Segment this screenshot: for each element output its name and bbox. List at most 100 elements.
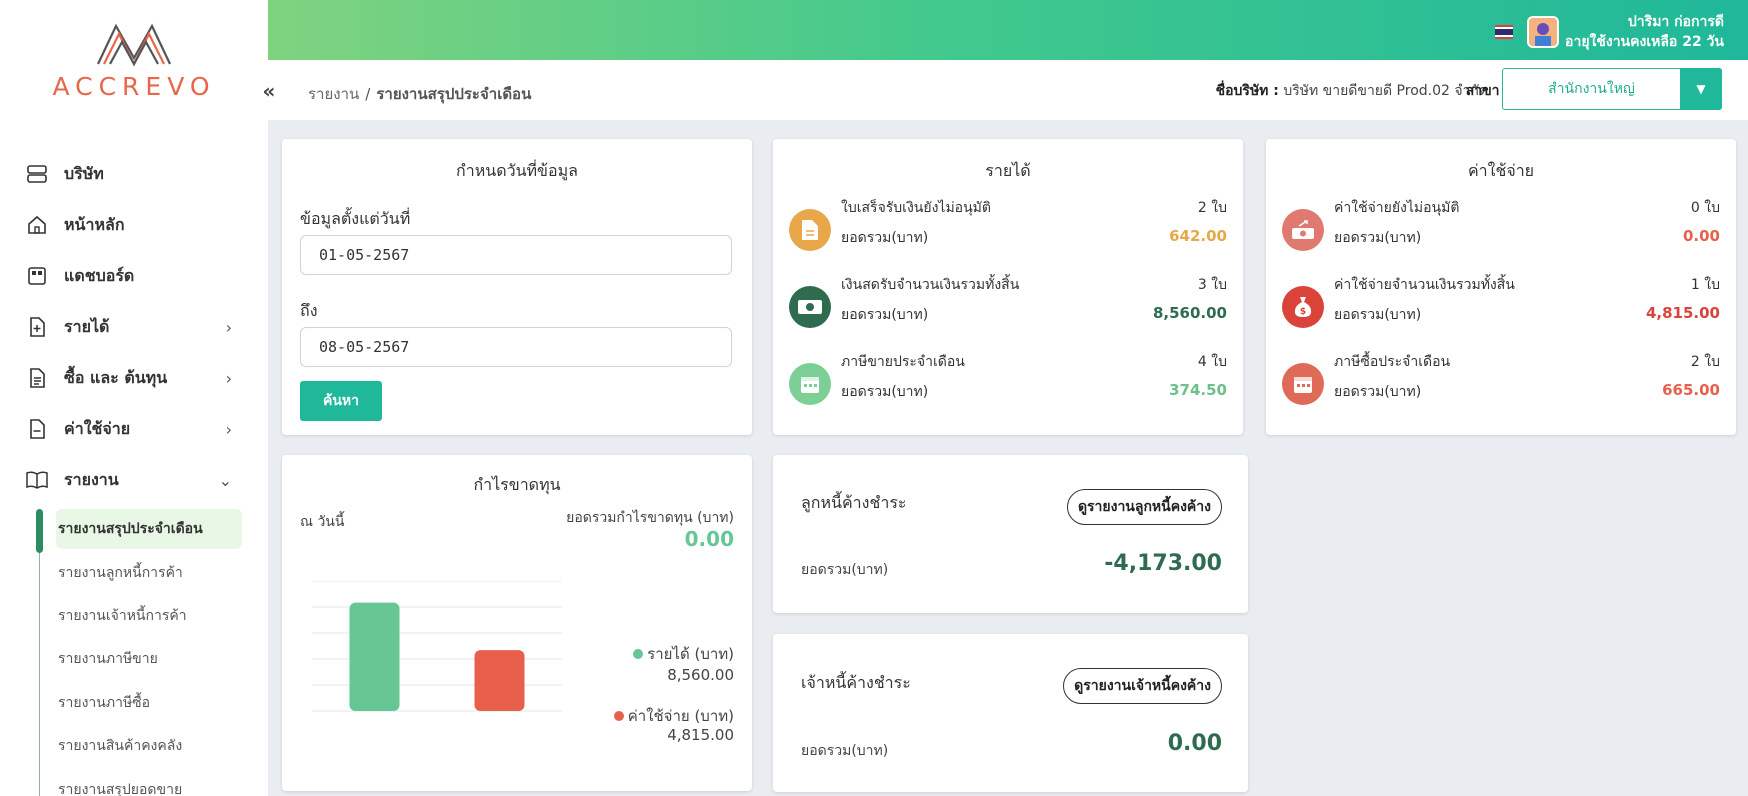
stat-row[interactable]: $ ค่าใช้จ่ายจำนวนเงินรวมทั้งสิ้น 1 ใบ ยอ… — [1282, 274, 1720, 344]
legend-income: รายได้ (บาท) — [633, 642, 734, 666]
company-info: ชื่อบริษัท : บริษัท ขายดีขายดี Prod.02 จ… — [1216, 80, 1488, 102]
chevron-right-icon: › — [225, 368, 232, 388]
money-out-icon — [1282, 209, 1324, 251]
submenu-guide-line — [39, 553, 40, 796]
money-bag-icon: $ — [1282, 286, 1324, 328]
date-filter-card: กำหนดวันที่ข้อมูล ข้อมูลตั้งแต่วันที่ ถึ… — [282, 139, 752, 435]
sidebar-item-report[interactable]: รายงาน ⌄ — [0, 458, 268, 502]
stat-row[interactable]: เงินสดรับจำนวนเงินรวมทั้งสิ้น 3 ใบ ยอดรว… — [789, 274, 1227, 344]
user-menu[interactable]: ปาริมา ก่อการดี อายุใช้งานคงเหลือ 22 วัน — [1495, 12, 1724, 52]
profit-total-label: ยอดรวมกำไรขาดทุน (บาท) — [566, 510, 734, 526]
stat-name: ภาษีขายประจำเดือน — [841, 354, 965, 370]
from-date-label: ข้อมูลตั้งแต่วันที่ — [300, 209, 411, 228]
search-button[interactable]: ค้นหา — [300, 381, 382, 421]
sidebar-item-home[interactable]: หน้าหลัก — [0, 203, 268, 247]
payable-subtitle: ยอดรวม(บาท) — [801, 743, 889, 759]
sidebar-subitem-label: รายงานสรุปยอดขาย — [58, 782, 183, 796]
stat-amount: 642.00 — [1169, 227, 1227, 245]
receivable-subtitle: ยอดรวม(บาท) — [801, 562, 889, 578]
sidebar-subitem-label: รายงานสรุปประจำเดือน — [58, 521, 203, 537]
company-label: ชื่อบริษัท : — [1215, 83, 1279, 99]
cash-icon — [789, 286, 831, 328]
document-icon — [789, 209, 831, 251]
payable-title: เจ้าหนี้ค้างชำระ — [801, 673, 911, 692]
view-payable-report-button[interactable]: ดูรายงานเจ้าหนี้คงค้าง — [1063, 668, 1222, 704]
stat-amount: 665.00 — [1662, 381, 1720, 399]
stat-subtitle: ยอดรวม(บาท) — [841, 230, 929, 246]
stat-row[interactable]: ใบเสร็จรับเงินยังไม่อนุมัติ 2 ใบ ยอดรวม(… — [789, 197, 1227, 267]
stat-amount: 0.00 — [1682, 227, 1720, 245]
stat-name: ใบเสร็จรับเงินยังไม่อนุมัติ — [841, 200, 991, 216]
stat-subtitle: ยอดรวม(บาท) — [1334, 230, 1422, 246]
thai-flag-icon[interactable] — [1495, 25, 1514, 39]
expense-card: ค่าใช้จ่าย ค่าใช้จ่ายยังไม่อนุมัติ 0 ใบ … — [1266, 139, 1736, 435]
legend-expense-value: 4,815.00 — [667, 726, 734, 744]
sidebar-subitem-monthly-summary[interactable]: รายงานสรุปประจำเดือน — [56, 509, 242, 549]
breadcrumb-parent[interactable]: รายงาน — [308, 85, 359, 103]
brand-logo[interactable]: ACCREVO — [0, 18, 268, 108]
profit-loss-card: กำไรขาดทุน ณ วันนี้ ยอดรวมกำไรขาดทุน (บา… — [282, 455, 752, 791]
chevron-down-icon: ⌄ — [218, 470, 232, 490]
stat-subtitle: ยอดรวม(บาท) — [1334, 384, 1422, 400]
card-title: ค่าใช้จ่าย — [1467, 161, 1535, 180]
receivable-card: ลูกหนี้ค้างชำระ ดูรายงานลูกหนี้คงค้าง ยอ… — [773, 455, 1248, 613]
breadcrumb-separator: / — [365, 85, 371, 103]
sidebar-subitem-payables[interactable]: รายงานเจ้าหนี้การค้า — [56, 596, 242, 636]
book-icon — [26, 469, 48, 491]
sidebar-subitem-label: รายงานสินค้าคงคลัง — [58, 738, 183, 754]
to-date-input[interactable] — [300, 327, 732, 367]
sidebar-item-income[interactable]: รายได้ › — [0, 305, 268, 349]
purchase-doc-icon — [26, 367, 48, 389]
legend-dot-expense — [613, 711, 624, 721]
expense-doc-icon — [26, 418, 48, 440]
sidebar-subitem-sales-tax[interactable]: รายงานภาษีขาย — [56, 639, 242, 679]
view-receivable-report-button[interactable]: ดูรายงานลูกหนี้คงค้าง — [1066, 489, 1222, 525]
bar-income[interactable] — [349, 602, 400, 711]
company-name: บริษัท ขายดีขายดี Prod.02 จำกัด — [1283, 83, 1488, 99]
sidebar-item-company[interactable]: บริษัท — [0, 152, 268, 196]
as-of-label: ณ วันนี้ — [300, 514, 345, 530]
stat-subtitle: ยอดรวม(บาท) — [841, 307, 929, 323]
legend-dot-income — [633, 649, 644, 659]
receivable-title: ลูกหนี้ค้างชำระ — [801, 493, 907, 512]
legend-expense: ค่าใช้จ่าย (บาท) — [613, 704, 734, 728]
avatar[interactable] — [1527, 16, 1560, 48]
stat-count: 1 ใบ — [1690, 277, 1720, 293]
sidebar-item-label: แดชบอร์ด — [64, 265, 135, 285]
payable-amount: 0.00 — [1167, 731, 1222, 756]
collapse-sidebar-button[interactable]: « — [254, 76, 284, 106]
stat-subtitle: ยอดรวม(บาท) — [1334, 307, 1422, 323]
stat-row[interactable]: ภาษีขายประจำเดือน 4 ใบ ยอดรวม(บาท) 374.5… — [789, 351, 1227, 421]
card-title: กำหนดวันที่ข้อมูล — [456, 161, 578, 180]
sidebar-subitem-purchase-tax[interactable]: รายงานภาษีซื้อ — [56, 683, 242, 723]
to-date-label: ถึง — [300, 301, 318, 320]
logo-text: ACCREVO — [52, 72, 216, 101]
receivable-amount: -4,173.00 — [1104, 551, 1222, 576]
sidebar-subitem-label: รายงานลูกหนี้การค้า — [58, 565, 183, 581]
legend-expense-name: ค่าใช้จ่าย (บาท) — [627, 707, 734, 725]
sidebar-subitem-label: รายงานเจ้าหนี้การค้า — [58, 608, 187, 624]
stat-row[interactable]: ค่าใช้จ่ายยังไม่อนุมัติ 0 ใบ ยอดรวม(บาท)… — [1282, 197, 1720, 267]
sidebar-subitem-sales-summary[interactable]: รายงานสรุปยอดขาย — [56, 770, 242, 796]
sidebar-subitem-label: รายงานภาษีขาย — [58, 651, 158, 667]
stat-count: 0 ใบ — [1690, 200, 1720, 216]
calendar-icon — [789, 363, 831, 405]
card-title: กำไรขาดทุน — [473, 475, 561, 494]
bar-expense[interactable] — [474, 650, 525, 711]
svg-text:$: $ — [1300, 307, 1306, 317]
chevron-right-icon: › — [225, 419, 232, 439]
from-date-input[interactable] — [300, 235, 732, 275]
caret-down-icon[interactable]: ▼ — [1680, 68, 1722, 110]
sidebar-item-purchase[interactable]: ซื้อ และ ต้นทุน › — [0, 356, 268, 400]
sidebar-item-expense[interactable]: ค่าใช้จ่าย › — [0, 407, 268, 451]
stat-row[interactable]: ภาษีซื้อประจำเดือน 2 ใบ ยอดรวม(บาท) 665.… — [1282, 351, 1720, 421]
stat-count: 3 ใบ — [1197, 277, 1227, 293]
branch-select[interactable]: สำนักงานใหญ่ ▼ — [1502, 68, 1722, 110]
sidebar-subitem-inventory[interactable]: รายงานสินค้าคงคลัง — [56, 726, 242, 766]
sidebar-item-dashboard[interactable]: แดชบอร์ด — [0, 254, 268, 298]
breadcrumb: รายงาน / รายงานสรุปประจำเดือน — [308, 82, 531, 106]
sidebar-subitem-receivables[interactable]: รายงานลูกหนี้การค้า — [56, 553, 242, 593]
breadcrumb-current: รายงานสรุปประจำเดือน — [376, 85, 532, 103]
stat-name: ค่าใช้จ่ายยังไม่อนุมัติ — [1334, 200, 1460, 216]
stat-amount: 4,815.00 — [1645, 304, 1720, 322]
